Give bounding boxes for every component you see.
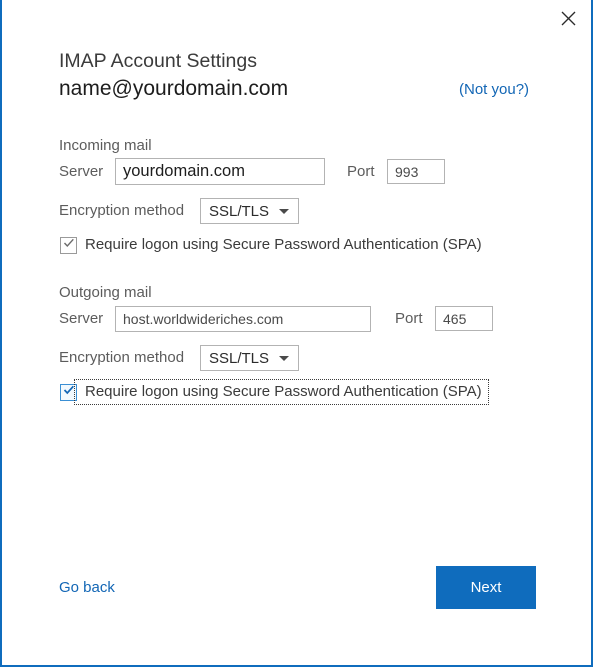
outgoing-spa-checkbox-row[interactable]: Require logon using Secure Password Auth… <box>60 379 489 405</box>
outgoing-spa-label: Require logon using Secure Password Auth… <box>74 379 489 405</box>
close-icon <box>561 11 576 26</box>
incoming-port-label: Port <box>347 163 375 180</box>
chevron-down-icon <box>273 355 295 361</box>
close-button[interactable] <box>546 0 591 36</box>
incoming-encryption-select[interactable]: SSL/TLS <box>200 198 299 224</box>
outgoing-server-value: host.worldwideriches.com <box>123 311 284 327</box>
go-back-link[interactable]: Go back <box>59 578 115 598</box>
chevron-down-icon <box>273 208 295 214</box>
incoming-server-label: Server <box>59 163 104 180</box>
imap-account-settings-dialog: IMAP Account Settings name@yourdomain.co… <box>0 0 593 667</box>
title-bar <box>2 0 591 38</box>
outgoing-mail-section-label: Outgoing mail <box>59 284 152 301</box>
page-title: IMAP Account Settings <box>59 50 257 72</box>
incoming-mail-section-label: Incoming mail <box>59 137 152 154</box>
outgoing-spa-checkbox[interactable] <box>60 383 77 401</box>
outgoing-port-label: Port <box>395 310 423 327</box>
outgoing-encryption-value: SSL/TLS <box>209 349 270 367</box>
outgoing-server-label: Server <box>59 310 104 327</box>
page-title-block: IMAP Account Settings name@yourdomain.co… <box>59 49 288 103</box>
incoming-spa-checkbox[interactable] <box>60 236 77 254</box>
not-you-link[interactable]: (Not you?) <box>459 80 529 100</box>
outgoing-port-input[interactable]: 465 <box>435 306 493 331</box>
check-icon <box>63 383 75 401</box>
incoming-spa-checkbox-row[interactable]: Require logon using Secure Password Auth… <box>60 235 482 255</box>
incoming-port-value: 993 <box>395 163 419 180</box>
incoming-encryption-value: SSL/TLS <box>209 202 270 220</box>
incoming-spa-label: Require logon using Secure Password Auth… <box>85 236 482 253</box>
incoming-encryption-label: Encryption method <box>59 202 185 219</box>
check-icon <box>63 236 75 254</box>
outgoing-encryption-select[interactable]: SSL/TLS <box>200 345 299 371</box>
outgoing-server-input[interactable]: host.worldwideriches.com <box>115 306 371 332</box>
next-button[interactable]: Next <box>436 566 536 609</box>
incoming-server-input[interactable]: yourdomain.com <box>115 158 325 185</box>
outgoing-encryption-label: Encryption method <box>59 349 185 366</box>
account-email: name@yourdomain.com <box>59 77 289 100</box>
outgoing-port-value: 465 <box>443 310 467 327</box>
incoming-port-input[interactable]: 993 <box>387 159 445 184</box>
incoming-server-value: yourdomain.com <box>123 162 245 180</box>
